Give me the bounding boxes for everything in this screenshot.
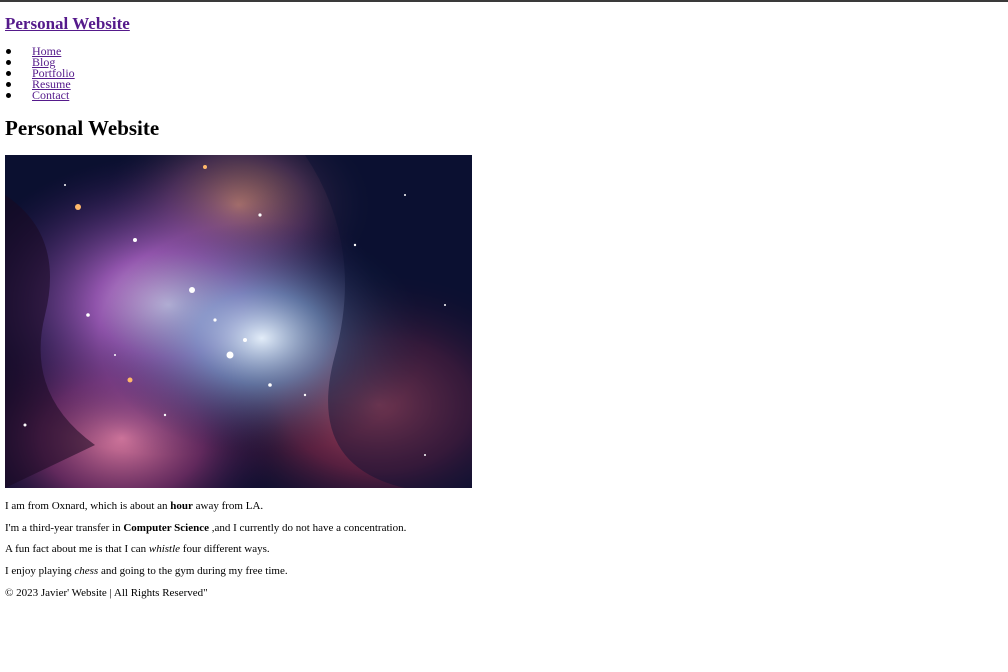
text-segment: ,and I currently do not have a concentra… [209,522,407,534]
intro-paragraph-hometown: I am from Oxnard, which is about an hour… [5,500,263,513]
italic-text: whistle [148,543,181,555]
italic-text: chess [74,565,99,577]
main-nav: Home Blog Portfolio Resume Contact [6,45,75,102]
nav-link-contact[interactable]: Contact [32,88,69,102]
text-segment: I am from Oxnard, which is about an [5,500,171,512]
text-segment: A fun fact about me is that I can [5,543,149,555]
nav-item-contact: Contact [6,88,75,102]
text-segment: away from LA. [192,500,264,512]
text-segment: I enjoy playing [5,565,75,577]
top-border [0,0,1008,2]
text-segment: and going to the gym during my free time… [98,565,288,577]
footer-copyright: © 2023 Javier' Website | All Rights Rese… [5,587,208,599]
bold-text: Computer Science [123,522,210,534]
page-title: Personal Website [5,116,160,140]
intro-paragraph-major: I'm a third-year transfer in Computer Sc… [5,522,406,535]
bold-text: hour [170,500,193,512]
site-title-link[interactable]: Personal Website [5,13,130,35]
nebula-image [5,155,472,488]
intro-paragraph-hobbies: I enjoy playing chess and going to the g… [5,565,288,578]
text-segment: four different ways. [180,543,270,555]
intro-paragraph-fun-fact: A fun fact about me is that I can whistl… [5,543,270,556]
text-segment: I'm a third-year transfer in [5,522,124,534]
